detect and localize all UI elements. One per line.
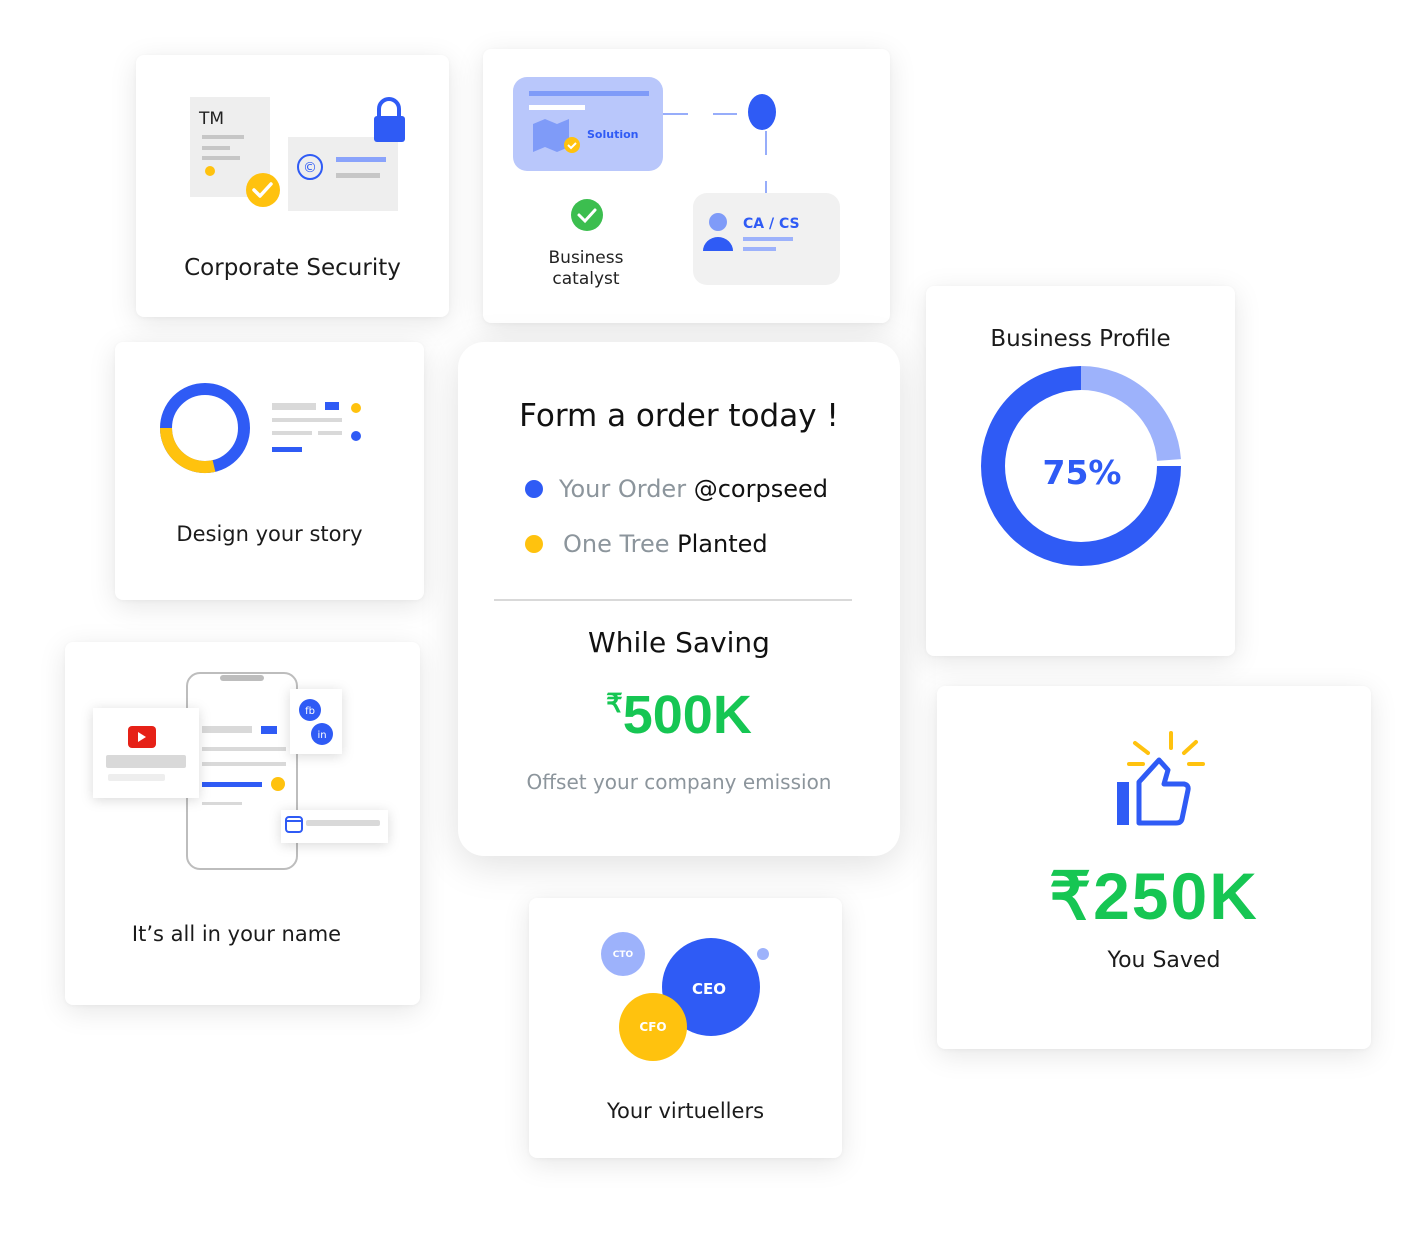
sparkle-icon xyxy=(1127,731,1205,766)
name-illustration: fb in xyxy=(93,672,388,870)
facebook-icon: fb xyxy=(299,699,321,721)
phone-icon xyxy=(186,672,298,870)
profile-percent: 75% xyxy=(1043,453,1122,492)
check-badge-icon xyxy=(564,137,580,153)
thumbs-up-icon xyxy=(1117,757,1191,826)
check-circle-icon xyxy=(571,199,603,231)
check-badge-icon xyxy=(246,173,280,207)
solution-label: Solution xyxy=(587,128,639,141)
svg-text:CFO: CFO xyxy=(639,1020,666,1034)
bullet-dot xyxy=(525,480,543,498)
corporate-security-card[interactable]: TM © Corporate Security xyxy=(136,55,449,317)
bullet-dot xyxy=(525,535,543,553)
order-card[interactable]: Form a order today ! Your Order @corpsee… xyxy=(458,342,900,856)
catalyst-illustration: Solution Business catalyst CA / CS xyxy=(513,77,840,289)
profile-progress-ring: 75% xyxy=(981,365,1181,566)
saved-amount: ₹250K xyxy=(1049,859,1259,933)
catalyst-title-line2: catalyst xyxy=(552,269,619,289)
svg-text:©: © xyxy=(303,160,317,176)
order-item-2: One Tree Planted xyxy=(525,530,768,558)
lock-icon xyxy=(374,97,405,142)
corporate-security-title: Corporate Security xyxy=(184,255,401,281)
svg-text:in: in xyxy=(317,730,326,741)
youtube-icon xyxy=(128,726,156,748)
svg-text:CEO: CEO xyxy=(692,980,726,998)
map-icon xyxy=(533,119,569,152)
node-dot xyxy=(748,94,776,130)
design-story-card[interactable]: Design your story xyxy=(115,342,424,600)
order-item-1: Your Order @corpseed xyxy=(525,475,828,503)
saving-label: While Saving xyxy=(588,626,770,659)
catalyst-title-line1: Business xyxy=(549,248,624,268)
business-catalyst-card[interactable]: Solution Business catalyst CA / CS xyxy=(483,49,890,323)
linkedin-icon: in xyxy=(311,723,333,745)
virtuellers-card[interactable]: CTO CEO CFO Your virtuellers xyxy=(529,898,842,1158)
business-profile-card[interactable]: Business Profile 75% xyxy=(926,286,1235,656)
svg-text:fb: fb xyxy=(305,706,315,717)
design-story-illustration xyxy=(159,383,361,474)
rupee-symbol: ₹ xyxy=(606,688,623,718)
order-heading: Form a order today ! xyxy=(519,398,839,434)
virtuellers-title: Your virtuellers xyxy=(606,1099,765,1123)
emission-note: Offset your company emission xyxy=(526,770,832,794)
name-card-title: It’s all in your name xyxy=(131,922,342,946)
donut-chart-icon xyxy=(159,383,250,474)
order-divider xyxy=(494,599,852,601)
name-card[interactable]: fb in It’s all in your name xyxy=(65,642,420,1005)
progress-track-arc xyxy=(1080,365,1181,462)
saving-amount: ₹500K xyxy=(458,684,900,746)
ca-cs-label: CA / CS xyxy=(743,216,800,232)
amount-value: 500K xyxy=(622,685,752,745)
tm-label: TM xyxy=(198,109,224,129)
saved-label: You Saved xyxy=(1107,948,1221,973)
saved-card[interactable]: ₹250K You Saved xyxy=(937,686,1371,1049)
svg-text:CTO: CTO xyxy=(613,950,634,960)
design-story-title: Design your story xyxy=(176,522,363,546)
